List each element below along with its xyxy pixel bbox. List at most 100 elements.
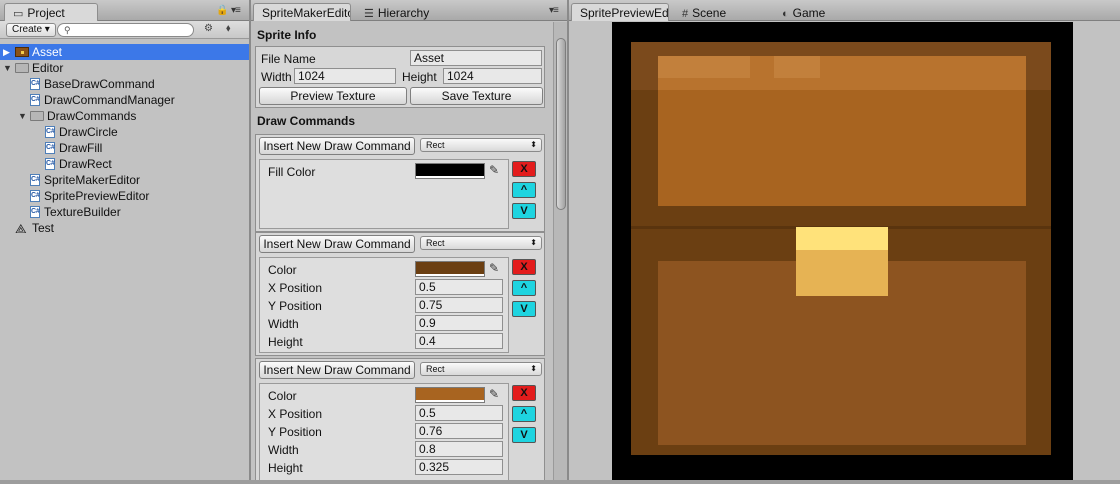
tree-item-drawrect[interactable]: C# DrawRect bbox=[0, 156, 249, 172]
sprite-asset-icon bbox=[15, 47, 29, 57]
csharp-script-icon: C# bbox=[45, 126, 55, 138]
tab-sprite-preview[interactable]: SpritePreviewEdi bbox=[571, 3, 669, 21]
tab-sprite-maker[interactable]: SpriteMakerEdito bbox=[253, 3, 351, 21]
maker-tabbar: SpriteMakerEdito ☰ Hierarchy ▾≡ bbox=[251, 0, 567, 21]
fill-color-swatch[interactable] bbox=[415, 163, 485, 179]
file-name-field[interactable]: Asset bbox=[410, 50, 542, 66]
save-texture-button[interactable]: Save Texture bbox=[410, 87, 543, 105]
tree-item-test[interactable]: ⟁ Test bbox=[0, 220, 249, 236]
dropdown-value: Rect bbox=[426, 140, 445, 150]
y-position-label: Y Position bbox=[268, 425, 322, 439]
tree-item-drawcommandmanager[interactable]: C# DrawCommandManager bbox=[0, 92, 249, 108]
tab-game[interactable]: ◐ Game bbox=[773, 3, 843, 21]
command-type-dropdown[interactable]: Rect ⬍ bbox=[420, 362, 542, 376]
height-field[interactable]: 1024 bbox=[443, 68, 542, 84]
remove-command-button[interactable]: X bbox=[512, 161, 536, 177]
move-down-button[interactable]: V bbox=[512, 203, 536, 219]
tree-item-drawcommands[interactable]: ▼ DrawCommands bbox=[0, 108, 249, 124]
chest-lid-shine-2 bbox=[774, 56, 820, 78]
chest-lock-highlight bbox=[796, 227, 888, 250]
tree-item-basedrawcommand[interactable]: C# BaseDrawCommand bbox=[0, 76, 249, 92]
width-label: Width bbox=[268, 443, 299, 457]
expand-down-icon[interactable]: ▼ bbox=[18, 108, 27, 124]
rect-command-body: Color ✎ X Position 0.5 Y Position 0.76 W… bbox=[259, 383, 509, 484]
tab-hierarchy[interactable]: ☰ Hierarchy bbox=[355, 3, 455, 21]
dropdown-arrow-icon: ⬍ bbox=[530, 364, 537, 373]
panel-menu-icon[interactable]: ▾≡ bbox=[231, 5, 241, 16]
color-label: Color bbox=[268, 389, 297, 403]
preview-texture-button[interactable]: Preview Texture bbox=[259, 87, 407, 105]
tree-item-texturebuilder[interactable]: C# TextureBuilder bbox=[0, 204, 249, 220]
command-type-dropdown[interactable]: Rect ⬍ bbox=[420, 236, 542, 250]
sprite-info-title: Sprite Info bbox=[257, 28, 317, 42]
csharp-script-icon: C# bbox=[30, 94, 40, 106]
fill-command-body: Fill Color ✎ bbox=[259, 159, 509, 229]
move-up-button[interactable]: ^ bbox=[512, 182, 536, 198]
create-label: Create bbox=[12, 24, 43, 35]
remove-command-button[interactable]: X bbox=[512, 385, 536, 401]
tree-item-drawfill[interactable]: C# DrawFill bbox=[0, 140, 249, 156]
tree-item-drawcircle[interactable]: C# DrawCircle bbox=[0, 124, 249, 140]
csharp-script-icon: C# bbox=[30, 174, 40, 186]
expand-right-icon[interactable]: ▶ bbox=[3, 44, 10, 60]
tab-sprite-preview-label: SpritePreviewEdi bbox=[580, 6, 669, 20]
width-field[interactable]: 1024 bbox=[294, 68, 396, 84]
csharp-script-icon: C# bbox=[30, 190, 40, 202]
move-up-button[interactable]: ^ bbox=[512, 280, 536, 296]
tree-item-spriteprevieweditor[interactable]: C# SpritePreviewEditor bbox=[0, 188, 249, 204]
tree-item-asset[interactable]: ▶ Asset bbox=[0, 44, 249, 60]
height-field[interactable]: 0.4 bbox=[415, 333, 503, 349]
tab-project[interactable]: ▭ Project bbox=[4, 3, 98, 21]
width-label: Width bbox=[261, 70, 292, 84]
grid-icon: # bbox=[682, 8, 689, 20]
tree-item-label: SpritePreviewEditor bbox=[44, 189, 150, 203]
tree-item-editor[interactable]: ▼ Editor bbox=[0, 60, 249, 76]
tree-item-label: TextureBuilder bbox=[44, 205, 121, 219]
dropdown-arrow-icon: ⬍ bbox=[530, 238, 537, 247]
draw-command-fill: Insert New Draw Command Rect ⬍ Fill Color… bbox=[255, 134, 545, 232]
command-type-dropdown[interactable]: Rect ⬍ bbox=[420, 138, 542, 152]
insert-command-button[interactable]: Insert New Draw Command bbox=[259, 137, 415, 155]
sprite-maker-panel: SpriteMakerEdito ☰ Hierarchy ▾≡ Sprite In… bbox=[251, 0, 567, 484]
tab-scene[interactable]: # Scene bbox=[673, 3, 743, 21]
scrollbar-thumb[interactable] bbox=[556, 38, 566, 210]
tree-item-spritemakereditor[interactable]: C# SpriteMakerEditor bbox=[0, 172, 249, 188]
width-field[interactable]: 0.8 bbox=[415, 441, 503, 457]
x-position-label: X Position bbox=[268, 281, 323, 295]
insert-command-button[interactable]: Insert New Draw Command bbox=[259, 361, 415, 379]
search-icon: ⚲ bbox=[64, 25, 71, 35]
maker-scrollbar[interactable] bbox=[553, 22, 567, 484]
search-input[interactable]: ⚲ bbox=[57, 23, 194, 37]
color-swatch[interactable] bbox=[415, 387, 485, 403]
lock-icon[interactable]: 🔒 bbox=[216, 5, 228, 16]
x-position-field[interactable]: 0.5 bbox=[415, 405, 503, 421]
height-label: Height bbox=[268, 461, 303, 475]
folder-icon bbox=[30, 111, 44, 121]
create-button[interactable]: Create ▾ bbox=[6, 23, 56, 37]
csharp-script-icon: C# bbox=[45, 158, 55, 170]
eyedropper-icon[interactable]: ✎ bbox=[489, 163, 499, 177]
move-down-button[interactable]: V bbox=[512, 301, 536, 317]
filter-type-icon[interactable]: ⚙ bbox=[204, 23, 213, 34]
width-field[interactable]: 0.9 bbox=[415, 315, 503, 331]
sprite-preview-canvas bbox=[612, 22, 1073, 480]
y-position-field[interactable]: 0.76 bbox=[415, 423, 503, 439]
expand-down-icon[interactable]: ▼ bbox=[3, 60, 12, 76]
y-position-field[interactable]: 0.75 bbox=[415, 297, 503, 313]
eyedropper-icon[interactable]: ✎ bbox=[489, 387, 499, 401]
move-up-button[interactable]: ^ bbox=[512, 406, 536, 422]
color-label: Color bbox=[268, 263, 297, 277]
panel-menu-icon[interactable]: ▾≡ bbox=[549, 5, 559, 16]
eyedropper-icon[interactable]: ✎ bbox=[489, 261, 499, 275]
status-strip bbox=[0, 480, 1120, 484]
y-position-label: Y Position bbox=[268, 299, 322, 313]
move-down-button[interactable]: V bbox=[512, 427, 536, 443]
filter-label-icon[interactable]: ⬧ bbox=[226, 23, 231, 34]
height-field[interactable]: 0.325 bbox=[415, 459, 503, 475]
remove-command-button[interactable]: X bbox=[512, 259, 536, 275]
color-swatch[interactable] bbox=[415, 261, 485, 277]
x-position-field[interactable]: 0.5 bbox=[415, 279, 503, 295]
insert-command-button[interactable]: Insert New Draw Command bbox=[259, 235, 415, 253]
project-tree: ▶ Asset ▼ Editor C# BaseDrawCommand C# DrawComm… bbox=[0, 40, 249, 484]
tree-item-label: DrawCommandManager bbox=[44, 93, 175, 107]
